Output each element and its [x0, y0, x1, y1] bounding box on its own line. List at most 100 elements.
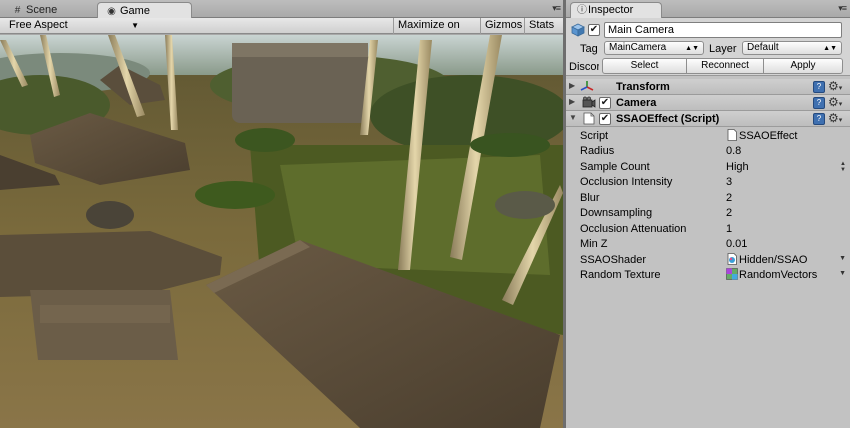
game-viewport[interactable] [0, 35, 563, 428]
maximize-on-play-toggle[interactable]: Maximize on Play [393, 18, 480, 46]
ssao-shader-object-field[interactable]: Hidden/SSAO [726, 253, 807, 268]
tag-dropdown[interactable]: MainCamera ▲▼ [604, 41, 704, 55]
gameobject-header: ✔ Main Camera Tag MainCamera ▲▼ Layer De… [566, 18, 850, 76]
tag-label: Tag [580, 43, 598, 55]
component-title: Camera [616, 97, 657, 109]
tab-inspector-label: Inspector [588, 4, 634, 16]
component-header-camera[interactable]: ▶ ✔ Camera ? ⚙▾ [566, 95, 850, 111]
prop-downsampling: Downsampling 2 [580, 206, 846, 221]
min-z-field[interactable]: 0.01 [726, 237, 747, 252]
prefab-label: Discor [569, 61, 599, 73]
foldout-collapsed-icon[interactable]: ▶ [569, 97, 575, 106]
aspect-dropdown[interactable]: Free Aspect ▼ [3, 18, 143, 33]
scene-icon: # [14, 5, 21, 16]
info-icon: ⓘ [577, 5, 587, 16]
prop-blur: Blur 2 [580, 191, 846, 206]
camera-enabled-checkbox[interactable]: ✔ [599, 97, 611, 109]
random-texture-object-field[interactable]: RandomVectors [726, 268, 817, 283]
script-object-field[interactable]: SSAOEffect [726, 129, 798, 144]
transform-icon [580, 81, 594, 91]
prefab-select-button[interactable]: Select [602, 58, 687, 74]
prop-radius: Radius 0.8 [580, 144, 846, 159]
help-book-icon[interactable]: ? [813, 81, 825, 93]
prop-value: Hidden/SSAO [739, 254, 808, 266]
ssaoeffect-enabled-checkbox[interactable]: ✔ [599, 113, 611, 125]
prop-sample-count: Sample Count High ▲ ▼ [580, 160, 846, 175]
texture-icon [726, 268, 738, 280]
prop-label: Downsampling [580, 207, 653, 219]
blur-field[interactable]: 2 [726, 191, 732, 206]
radius-field[interactable]: 0.8 [726, 144, 741, 159]
prop-occlusion-attenuation: Occlusion Attenuation 1 [580, 222, 846, 237]
gameobject-name-input[interactable]: Main Camera [604, 22, 842, 38]
game-render-image [0, 35, 563, 428]
inspector-tabbar: ⓘInspector ▾≡ [566, 0, 850, 18]
tag-value: MainCamera [609, 42, 667, 53]
aspect-value: Free Aspect [9, 19, 68, 31]
prop-label: SSAOShader [580, 254, 647, 266]
panel-menu-icon[interactable]: ▾≡ [838, 3, 847, 14]
sample-count-dropdown[interactable]: High [726, 160, 749, 175]
tab-game-label: Game [120, 5, 150, 17]
dropdown-arrow-icon[interactable]: ▲ ▼ [840, 161, 846, 173]
chevron-down-icon: ▼ [131, 21, 139, 30]
script-icon [583, 112, 595, 125]
tab-game[interactable]: ◉ Game [97, 2, 192, 18]
gear-icon[interactable]: ⚙▾ [828, 111, 842, 125]
prop-occlusion-intensity: Occlusion Intensity 3 [580, 175, 846, 190]
unity-editor-window: # Scene ◉ Game ▾≡ Free Aspect ▼ Maximize o… [0, 0, 850, 428]
game-view-tabbar: # Scene ◉ Game ▾≡ [0, 0, 563, 18]
component-header-ssaoeffect[interactable]: ▼ ✔ SSAOEffect (Script) ? ⚙▾ [566, 111, 850, 127]
camera-icon [582, 96, 596, 108]
gameobject-cube-icon [571, 23, 585, 37]
prop-label: Script [580, 130, 609, 142]
layer-value: Default [747, 42, 779, 53]
prop-label: Occlusion Attenuation [580, 223, 687, 235]
prop-value: SSAOEffect [739, 130, 798, 142]
panel-menu-icon[interactable]: ▾≡ [552, 3, 561, 14]
prefab-reconnect-button[interactable]: Reconnect [686, 58, 764, 74]
ssao-properties: Script SSAOEffect Radius 0.8 Sample Coun… [566, 127, 850, 287]
shader-icon [727, 253, 737, 265]
game-view-toolbar: Free Aspect ▼ Maximize on Play Gizmos St… [0, 18, 563, 46]
dropdown-arrow-icon: ▲▼ [685, 45, 699, 52]
prefab-apply-button[interactable]: Apply [763, 58, 843, 74]
occlusion-intensity-field[interactable]: 3 [726, 175, 732, 190]
dropdown-arrow-icon[interactable]: ▼ [839, 270, 846, 277]
dropdown-arrow-icon: ▲▼ [823, 45, 837, 52]
prop-label: Blur [580, 192, 600, 204]
gameobject-active-checkbox[interactable]: ✔ [588, 24, 600, 36]
foldout-collapsed-icon[interactable]: ▶ [569, 81, 575, 90]
script-file-icon [727, 129, 737, 141]
prop-ssao-shader: SSAOShader Hidden/SSAO ▼ [580, 253, 846, 268]
component-title: SSAOEffect (Script) [616, 113, 720, 125]
inspector-panel: ⓘInspector ▾≡ ✔ Main Camera Tag MainCame… [566, 0, 850, 428]
occlusion-attenuation-field[interactable]: 1 [726, 222, 732, 237]
gear-icon[interactable]: ⚙▾ [828, 79, 842, 93]
downsampling-field[interactable]: 2 [726, 206, 732, 221]
layer-label: Layer [709, 43, 737, 55]
game-view-panel: # Scene ◉ Game ▾≡ Free Aspect ▼ Maximize o… [0, 0, 563, 428]
tab-scene-label: Scene [26, 4, 58, 16]
gear-icon[interactable]: ⚙▾ [828, 95, 842, 109]
prop-value: RandomVectors [739, 269, 818, 281]
prop-script: Script SSAOEffect [580, 129, 846, 144]
prop-label: Min Z [580, 238, 608, 250]
prop-label: Random Texture [580, 269, 661, 281]
help-book-icon[interactable]: ? [813, 97, 825, 109]
prop-min-z: Min Z 0.01 [580, 237, 846, 252]
prop-label: Radius [580, 145, 615, 157]
game-icon: ◉ [107, 6, 116, 17]
stats-toggle[interactable]: Stats [524, 18, 563, 34]
dropdown-arrow-icon[interactable]: ▼ [839, 255, 846, 262]
help-book-icon[interactable]: ? [813, 113, 825, 125]
prop-random-texture: Random Texture RandomVectors ▼ [580, 268, 846, 283]
foldout-expanded-icon[interactable]: ▼ [569, 113, 577, 122]
layer-dropdown[interactable]: Default ▲▼ [742, 41, 842, 55]
tab-scene[interactable]: # Scene [4, 2, 92, 18]
prop-label: Sample Count [580, 161, 650, 173]
component-title: Transform [616, 81, 670, 93]
gizmos-toggle[interactable]: Gizmos [480, 18, 524, 34]
tab-inspector[interactable]: ⓘInspector [570, 2, 662, 18]
component-header-transform[interactable]: ▶ Transform ? ⚙▾ [566, 79, 850, 95]
